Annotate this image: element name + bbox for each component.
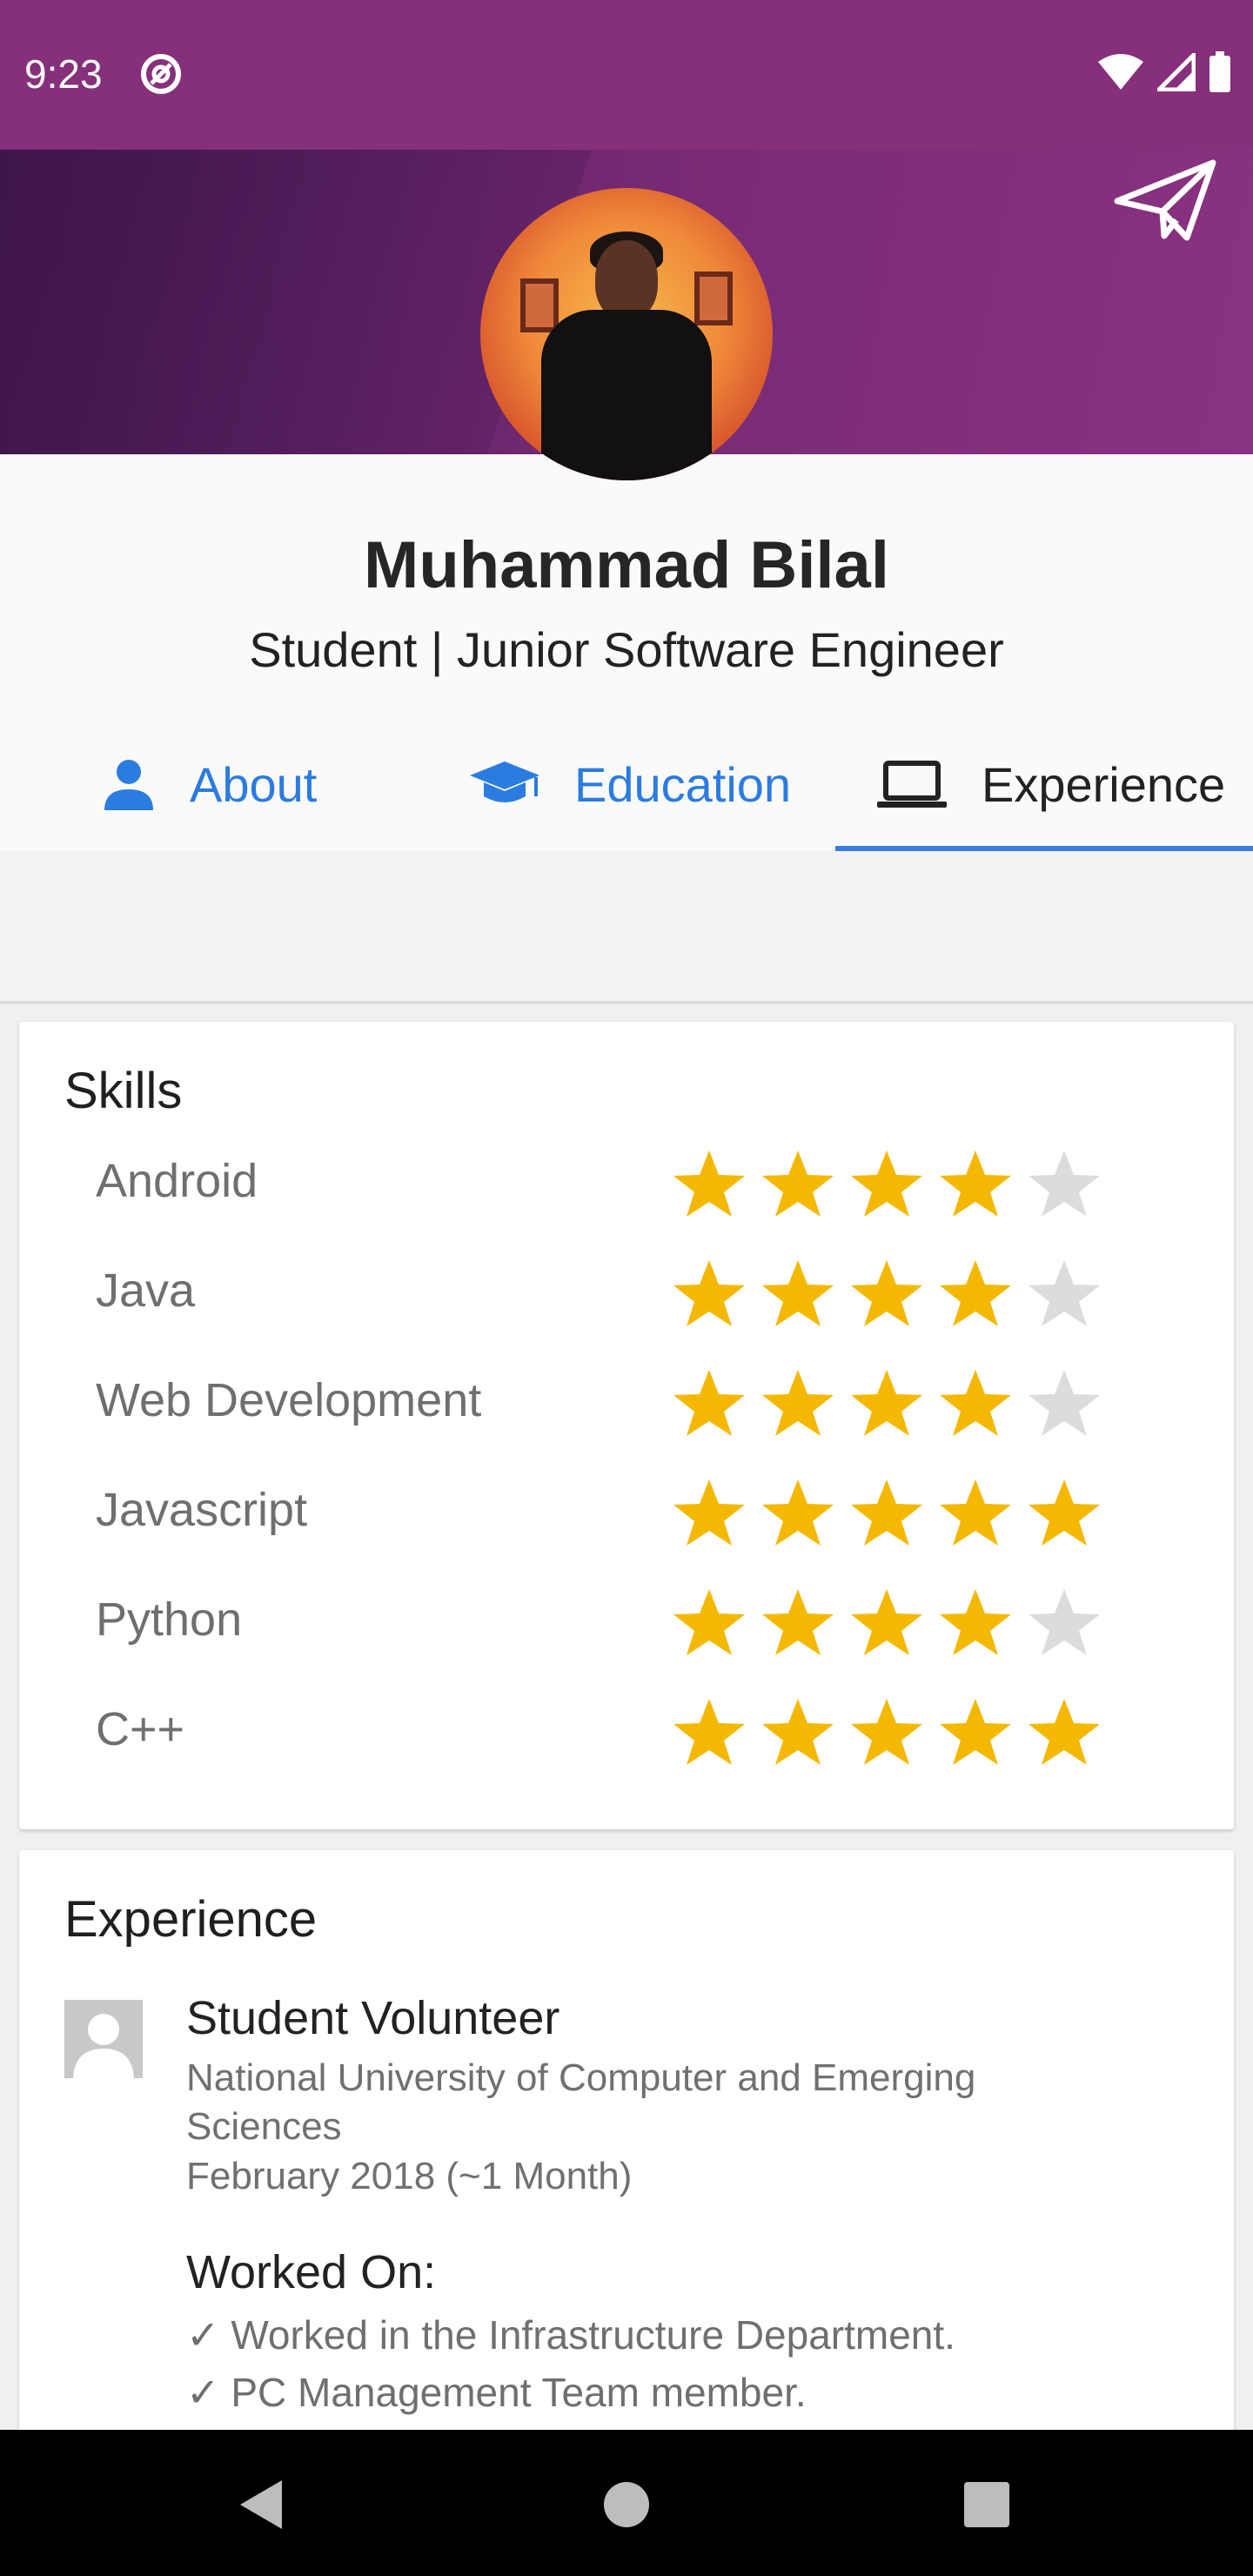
tab-education-label: Education [574,756,792,812]
skill-rating [670,1147,1103,1220]
star-filled-icon [940,1699,1011,1765]
star-filled-icon [762,1260,834,1326]
signal-icon [1153,49,1196,96]
experience-bullet: ✓ Worked in the Infrastructure Departmen… [186,2312,955,2358]
experience-role: Student Volunteer [186,1992,560,2044]
skill-name: Java [96,1265,196,1317]
skills-card: Skills Android Java Web Development Javascr… [19,1022,1234,1829]
recents-icon [964,2482,1009,2527]
star-filled-icon [673,1479,745,1546]
paper-plane-icon [1114,159,1216,241]
at-sign-icon [139,52,183,96]
tab-bar: About Education Experience [0,717,1253,851]
star-filled-icon [940,1370,1011,1436]
star-filled-icon [1029,1699,1100,1765]
star-filled-icon [762,1150,834,1217]
star-filled-icon [851,1699,922,1765]
wall-frame [520,278,559,332]
star-filled-icon [762,1370,834,1436]
laptop-icon [877,761,947,808]
worked-on-heading: Worked On: [186,2246,437,2298]
star-filled-icon [762,1589,834,1655]
star-filled-icon [851,1589,922,1655]
star-filled-icon [673,1370,745,1436]
star-filled-icon [673,1150,745,1217]
star-filled-icon [851,1370,922,1436]
experience-organization: National University of Computer and Emer… [186,2056,976,2148]
organization-avatar [64,2000,143,2078]
star-filled-icon [940,1479,1011,1546]
experience-title: Experience [64,1891,318,1948]
skill-name: Web Development [96,1374,482,1426]
skill-row: Python [19,1565,1234,1674]
skill-row: Android [19,1126,1234,1236]
person-icon [104,760,153,810]
profile-name: Muhammad Bilal [364,528,889,602]
skill-rating [670,1476,1103,1549]
star-empty-icon [1029,1370,1100,1436]
divider [0,1001,1253,1004]
skill-name: Android [96,1155,258,1207]
star-filled-icon [762,1479,834,1546]
tab-education[interactable]: Education [468,717,791,851]
avatar-head [595,240,658,320]
tab-about[interactable]: About [101,717,317,851]
skill-name: C++ [96,1703,185,1755]
person-placeholder-icon [64,2000,143,2078]
skill-rating [670,1257,1103,1330]
star-filled-icon [673,1589,745,1655]
star-filled-icon [940,1150,1011,1217]
battery-icon [1208,50,1232,97]
skill-row: Javascript [19,1455,1234,1565]
star-filled-icon [851,1479,922,1546]
recents-button[interactable] [952,2470,1022,2539]
back-button[interactable] [226,2470,296,2539]
status-time: 9:23 [24,51,103,97]
star-empty-icon [1029,1150,1100,1217]
experience-date: February 2018 (~1 Month) [186,2155,633,2197]
experience-bullet: ✓ PC Management Team member. [186,2370,807,2415]
home-icon [604,2482,649,2527]
skill-row: Java [19,1236,1234,1345]
star-empty-icon [1029,1589,1100,1655]
tab-about-label: About [190,756,318,812]
status-icons [1096,49,1232,97]
skill-name: Javascript [96,1484,308,1536]
star-filled-icon [673,1260,745,1326]
star-empty-icon [1029,1260,1100,1326]
skill-rating [670,1586,1103,1659]
home-button[interactable] [592,2470,661,2539]
content-spacer [0,851,1253,1001]
avatar [480,188,773,480]
star-filled-icon [1029,1479,1100,1546]
tab-experience[interactable]: Experience [875,717,1225,851]
tab-experience-label: Experience [982,756,1226,812]
navigation-bar [0,2430,1253,2576]
star-filled-icon [851,1260,922,1326]
skill-row: Web Development [19,1345,1234,1455]
graduation-cap-icon [470,761,539,802]
skill-rating [670,1366,1103,1439]
profile-title: Student | Junior Software Engineer [249,622,1004,677]
star-filled-icon [762,1699,834,1765]
skill-row: C++ [19,1674,1234,1784]
wall-frame [694,272,733,325]
skills-title: Skills [64,1063,183,1119]
wifi-icon [1096,53,1145,96]
skill-name: Python [96,1593,243,1646]
back-icon [240,2480,282,2529]
send-button[interactable] [1114,153,1218,249]
star-filled-icon [940,1260,1011,1326]
star-filled-icon [673,1699,745,1765]
star-filled-icon [851,1150,922,1217]
skill-rating [670,1695,1103,1768]
avatar-body [541,310,712,480]
status-bar: 9:23 [0,0,1253,150]
star-filled-icon [940,1589,1011,1655]
